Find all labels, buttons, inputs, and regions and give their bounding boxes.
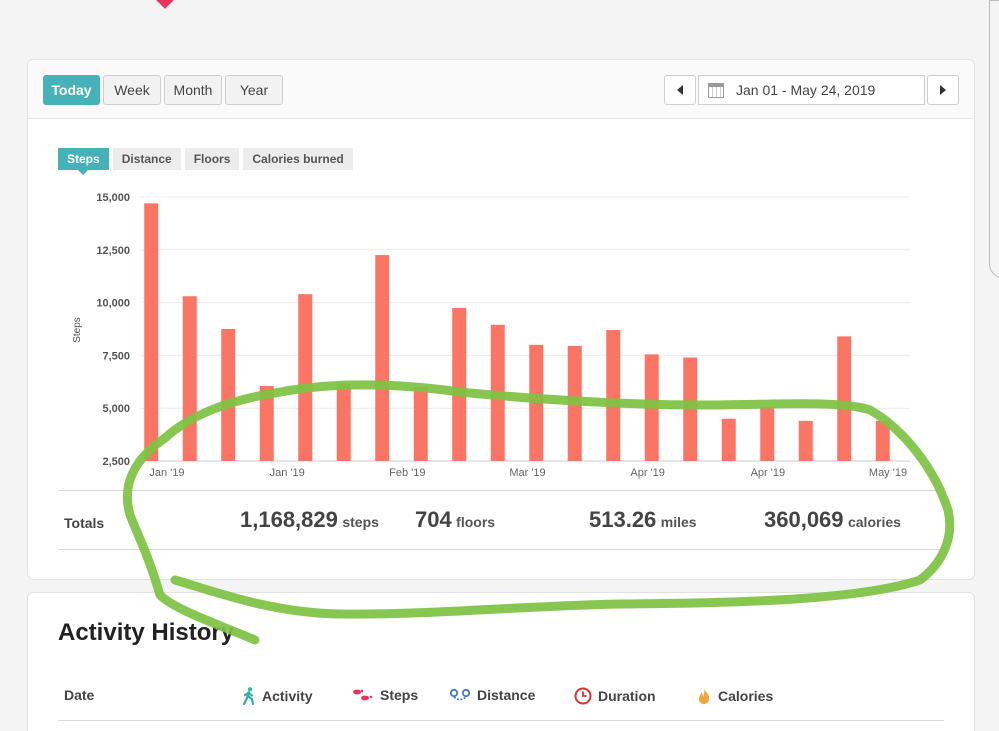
bar[interactable] bbox=[683, 357, 698, 461]
activity-chart-card: Today Week Month Year Jan 01 - May 24, 2… bbox=[27, 59, 975, 580]
walking-person-icon bbox=[242, 687, 255, 705]
column-distance[interactable]: Distance bbox=[449, 687, 535, 703]
totals-row: Totals 1,168,829 steps 704 floors 513.26… bbox=[58, 490, 944, 550]
total-miles-value: 513.26 bbox=[589, 507, 657, 532]
y-tick-label: 2,500 bbox=[102, 456, 130, 468]
bar[interactable] bbox=[606, 330, 621, 461]
total-steps-value: 1,168,829 bbox=[240, 507, 338, 532]
steps-bar-chart: 15,000 12,500 10,000 7,500 5,000 2,500 Jan '1… bbox=[72, 192, 910, 479]
bar[interactable] bbox=[837, 336, 852, 461]
bar[interactable] bbox=[336, 383, 351, 461]
y-tick-label: 12,500 bbox=[96, 245, 130, 257]
bar[interactable] bbox=[452, 307, 467, 461]
x-tick-label: May '19 bbox=[869, 467, 907, 479]
clock-icon bbox=[574, 687, 592, 705]
column-activity-label: Activity bbox=[262, 688, 313, 704]
total-miles: 513.26 miles bbox=[589, 507, 697, 533]
total-calories: 360,069 calories bbox=[764, 507, 901, 533]
x-tick-label: Jan '19 bbox=[270, 467, 305, 479]
top-marker-icon bbox=[155, 0, 175, 9]
column-steps-label: Steps bbox=[380, 687, 419, 703]
bar[interactable] bbox=[375, 255, 390, 461]
bar[interactable] bbox=[221, 329, 236, 461]
bar[interactable] bbox=[798, 420, 813, 461]
bar[interactable] bbox=[721, 418, 736, 461]
total-steps: 1,168,829 steps bbox=[240, 507, 379, 533]
distance-route-icon bbox=[449, 688, 471, 701]
total-miles-unit: miles bbox=[660, 514, 697, 530]
x-tick-label: Apr '19 bbox=[751, 467, 786, 479]
y-tick-label: 5,000 bbox=[102, 403, 130, 415]
y-tick-label: 7,500 bbox=[102, 350, 130, 362]
bar[interactable] bbox=[259, 386, 274, 461]
x-tick-label: Apr '19 bbox=[630, 467, 665, 479]
total-floors-unit: floors bbox=[456, 514, 496, 530]
flame-icon bbox=[699, 688, 710, 704]
column-calories[interactable]: Calories bbox=[696, 687, 773, 705]
total-steps-unit: steps bbox=[342, 514, 379, 530]
activity-history-title: Activity History bbox=[58, 619, 235, 646]
activity-history-header: Date Activity Steps Distance Duration Ca… bbox=[58, 679, 944, 721]
total-calories-value: 360,069 bbox=[764, 507, 844, 532]
bar[interactable] bbox=[413, 387, 428, 461]
bar[interactable] bbox=[875, 420, 890, 461]
x-tick-label: Feb '19 bbox=[389, 467, 425, 479]
y-axis-title: Steps bbox=[72, 317, 83, 343]
bar[interactable] bbox=[182, 296, 197, 461]
column-calories-label: Calories bbox=[718, 688, 774, 704]
bar[interactable] bbox=[529, 344, 544, 461]
total-floors: 704 floors bbox=[415, 507, 495, 533]
right-edge-panel bbox=[989, 0, 999, 278]
x-tick-label: Mar '19 bbox=[509, 467, 545, 479]
column-duration-label: Duration bbox=[598, 688, 656, 704]
column-distance-label: Distance bbox=[477, 687, 536, 703]
activity-history-card: Activity History Date Activity Steps Dis… bbox=[27, 592, 975, 731]
bar[interactable] bbox=[644, 354, 659, 461]
column-steps[interactable]: Steps bbox=[352, 687, 418, 703]
x-tick-label: Jan '19 bbox=[149, 467, 184, 479]
column-activity[interactable]: Activity bbox=[242, 687, 313, 705]
bar[interactable] bbox=[144, 203, 159, 461]
bar[interactable] bbox=[298, 294, 313, 461]
total-floors-value: 704 bbox=[415, 507, 452, 532]
totals-label: Totals bbox=[64, 515, 105, 531]
bar[interactable] bbox=[760, 407, 775, 461]
y-tick-label: 10,000 bbox=[96, 298, 130, 310]
bar[interactable] bbox=[490, 324, 505, 461]
footprints-icon bbox=[353, 689, 373, 701]
y-tick-label: 15,000 bbox=[96, 192, 130, 204]
column-date[interactable]: Date bbox=[64, 687, 94, 703]
total-calories-unit: calories bbox=[847, 514, 901, 530]
column-duration[interactable]: Duration bbox=[574, 687, 656, 705]
column-date-label: Date bbox=[64, 687, 95, 703]
bar[interactable] bbox=[567, 345, 582, 461]
